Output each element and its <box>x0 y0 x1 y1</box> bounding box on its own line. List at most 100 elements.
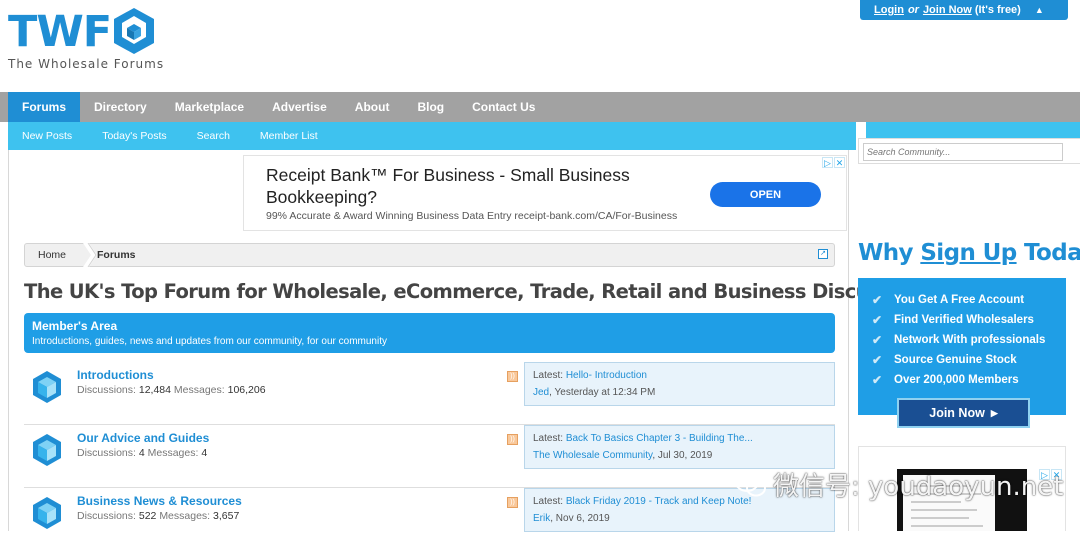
site-logo[interactable]: TWF The Wholesale Forums <box>8 6 178 76</box>
discussions-count: 12,484 <box>138 384 171 396</box>
content-left-border <box>8 150 9 531</box>
nav-tab-contact-us[interactable]: Contact Us <box>458 92 549 122</box>
or-text: or <box>907 4 919 16</box>
latest-time: , Nov 6, 2019 <box>550 513 610 524</box>
latest-thread-link[interactable]: Back To Basics Chapter 3 - Building The.… <box>566 433 753 444</box>
forum-row: Introductions Discussions: 12,484 Messag… <box>24 362 835 425</box>
latest-post-box: Latest: Hello- Introduction Jed, Yesterd… <box>524 362 835 406</box>
latest-time: , Jul 30, 2019 <box>652 450 713 461</box>
messages-count: 3,657 <box>213 510 240 522</box>
subnav-todays-posts[interactable]: Today's Posts <box>102 130 166 142</box>
why-suffix: Today? <box>1023 240 1080 266</box>
breadcrumb-separator-icon <box>83 243 97 267</box>
latest-thread-link[interactable]: Hello- Introduction <box>566 370 647 381</box>
nav-tab-about[interactable]: About <box>341 92 404 122</box>
ad-choices-icon[interactable]: ▷ <box>822 157 833 168</box>
play-arrow-icon: ▶ <box>990 407 998 418</box>
search-input[interactable] <box>863 143 1063 161</box>
discussions-count: 4 <box>138 447 145 459</box>
its-free-text: (It's free) <box>974 4 1021 16</box>
jump-to-icon[interactable]: ↗ <box>818 249 828 259</box>
breadcrumb-home[interactable]: Home <box>38 244 66 266</box>
search-panel <box>858 138 1080 164</box>
checkmark-icon: ✔ <box>872 333 883 347</box>
logo-letters: TWF <box>8 7 112 57</box>
rss-icon[interactable]: )) <box>507 371 518 382</box>
login-bar: Login or Join Now (It's free) ▲ <box>860 0 1068 20</box>
wechat-watermark: 微信号: youdaoyun.net <box>735 466 1063 503</box>
latest-user-link[interactable]: Erik <box>533 513 550 524</box>
checkmark-icon: ✔ <box>872 373 883 387</box>
forum-cube-icon <box>33 371 61 403</box>
nav-tab-marketplace[interactable]: Marketplace <box>161 92 258 122</box>
members-area-title[interactable]: Member's Area <box>32 319 117 333</box>
forum-cube-icon <box>33 497 61 529</box>
login-link[interactable]: Login <box>874 4 904 16</box>
breadcrumb-forums[interactable]: Forums <box>97 244 136 266</box>
latest-user-link[interactable]: Jed <box>533 387 549 398</box>
messages-count: 4 <box>201 447 208 459</box>
subnav-search[interactable]: Search <box>197 130 230 142</box>
forum-row: Business News & Resources Discussions: 5… <box>24 488 835 551</box>
forum-stats: Discussions: 4 Messages: 4 <box>77 447 207 459</box>
forum-title-link[interactable]: Our Advice and Guides <box>77 431 209 445</box>
latest-thread-link[interactable]: Black Friday 2019 - Track and Keep Note! <box>566 496 752 507</box>
benefits-panel: ✔ You Get A Free Account ✔ Find Verified W… <box>858 278 1066 415</box>
latest-label: Latest: <box>533 496 564 507</box>
sign-up-link[interactable]: Sign Up <box>920 240 1017 266</box>
page-title: The UK's Top Forum for Wholesale, eComme… <box>24 280 935 303</box>
forum-cube-icon <box>33 434 61 466</box>
why-sign-up-heading: Why Sign Up Today? <box>858 240 1080 266</box>
forum-stats: Discussions: 522 Messages: 3,657 <box>77 510 239 522</box>
latest-user-link[interactable]: The Wholesale Community <box>533 450 652 461</box>
forum-title-link[interactable]: Business News & Resources <box>77 494 242 508</box>
join-now-button[interactable]: Join Now ▶ <box>897 398 1030 428</box>
collapse-caret-icon[interactable]: ▲ <box>1035 5 1044 15</box>
rss-icon[interactable]: )) <box>507 434 518 445</box>
checkmark-icon: ✔ <box>872 313 883 327</box>
messages-label: Messages: <box>159 510 211 522</box>
why-prefix: Why <box>858 240 921 266</box>
wechat-icon <box>735 471 766 496</box>
nav-tab-advertise[interactable]: Advertise <box>258 92 341 122</box>
nav-tab-forums[interactable]: Forums <box>8 92 81 122</box>
subnav-member-list[interactable]: Member List <box>260 130 318 142</box>
nav-tab-blog[interactable]: Blog <box>403 92 458 122</box>
forum-row: Our Advice and Guides Discussions: 4 Mes… <box>24 425 835 488</box>
nav-tab-directory[interactable]: Directory <box>80 92 161 122</box>
forum-stats: Discussions: 12,484 Messages: 106,206 <box>77 384 266 396</box>
benefit-item: ✔ Source Genuine Stock <box>872 350 1045 370</box>
benefit-item: ✔ Find Verified Wholesalers <box>872 310 1045 330</box>
latest-post-box: Latest: Back To Basics Chapter 3 - Build… <box>524 425 835 469</box>
latest-label: Latest: <box>533 433 564 444</box>
latest-label: Latest: <box>533 370 564 381</box>
messages-label: Messages: <box>147 447 199 459</box>
messages-count: 106,206 <box>227 384 266 396</box>
ad-headline[interactable]: Receipt Bank™ For Business - Small Busin… <box>266 164 686 208</box>
benefit-text: Source Genuine Stock <box>894 354 1017 366</box>
ad-open-button[interactable]: OPEN <box>710 182 821 207</box>
discussions-count: 522 <box>138 510 157 522</box>
benefit-item: ✔ Network With professionals <box>872 330 1045 350</box>
watermark-text: 微信号: youdaoyun.net <box>773 472 1064 502</box>
discussions-label: Discussions: <box>77 447 136 459</box>
benefit-text: Find Verified Wholesalers <box>894 314 1034 326</box>
benefit-item: ✔ You Get A Free Account <box>872 290 1045 310</box>
ad-banner[interactable]: Receipt Bank™ For Business - Small Busin… <box>243 155 847 231</box>
ad-close-icon[interactable]: ✕ <box>834 157 845 168</box>
forum-title-link[interactable]: Introductions <box>77 368 154 382</box>
join-now-link[interactable]: Join Now <box>923 4 972 16</box>
benefit-text: Network With professionals <box>894 334 1046 346</box>
logo-tagline: The Wholesale Forums <box>8 57 165 71</box>
main-nav: Forums Directory Marketplace Advertise A… <box>0 92 1080 122</box>
latest-time: , Yesterday at 12:34 PM <box>549 387 656 398</box>
join-now-label: Join Now <box>929 406 985 420</box>
discussions-label: Discussions: <box>77 510 136 522</box>
discussions-label: Discussions: <box>77 384 136 396</box>
members-area-header[interactable]: Member's Area Introductions, guides, new… <box>24 313 835 353</box>
rss-icon[interactable]: )) <box>507 497 518 508</box>
checkmark-icon: ✔ <box>872 293 883 307</box>
benefit-text: Over 200,000 Members <box>894 374 1019 386</box>
benefit-text: You Get A Free Account <box>894 294 1025 306</box>
subnav-new-posts[interactable]: New Posts <box>22 130 72 142</box>
